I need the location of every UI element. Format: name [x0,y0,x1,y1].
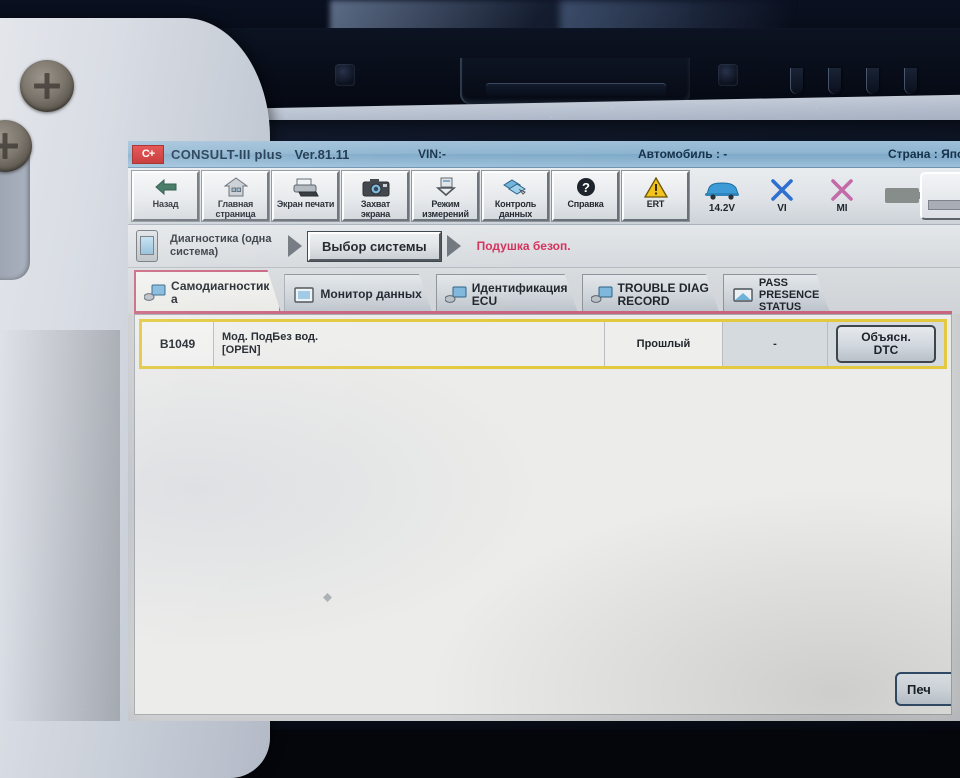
data-control-label: Контроль данных [494,199,537,219]
tab-data-monitor[interactable]: Монитор данных [284,274,432,314]
vi-label: VI [777,203,787,214]
help-button[interactable]: ? Справка [551,170,620,222]
cross-pink-icon [830,178,854,202]
print-button[interactable]: Печ [895,672,951,706]
data-control-button[interactable]: Контроль данных [481,170,550,222]
dtc-extra-cell: - [723,322,828,366]
tab-self-diagnostic[interactable]: Самодиагностик а [134,270,281,314]
tab-trouble-diag-record-label: TROUBLE DIAG RECORD [617,280,709,308]
warning-icon [643,176,668,198]
main-toolbar: Назад Главная страница Экран печати Захва… [128,168,960,225]
dtc-description-line2: [OPEN] [222,344,261,356]
tab-data-monitor-label: Монитор данных [320,287,422,301]
country-label: Страна : Япо [888,147,960,161]
print-screen-label: Экран печати [276,199,335,209]
vent-slot [790,68,803,94]
home-button[interactable]: Главная страница [201,170,270,222]
chevron-right-icon [288,235,302,257]
back-button-label: Назад [152,199,179,209]
tab-self-diagnostic-label: Самодиагностик а [171,279,270,306]
battery-indicator [880,184,924,209]
pass-presence-icon [732,286,754,304]
mi-indicator: MI [820,178,864,214]
breadcrumb-current: Подушка безоп. [476,239,571,253]
consult-logo-icon: C+ [132,144,164,164]
trouble-diag-icon [591,286,613,304]
car-icon [703,178,741,202]
vent-slot [866,68,879,94]
app-title-bar: C+ CONSULT-III plus Ver.81.11 VIN:- Авто… [128,141,960,168]
device-icon [136,230,158,262]
help-label: Справка [567,199,604,209]
tab-pass-presence-status[interactable]: PASS PRESENCE STATUS [723,274,831,314]
voltage-label: 14.2V [708,203,736,214]
screen-capture-label: Захват экрана [360,199,391,219]
cursor-pointer-icon [323,593,332,602]
monitor-icon [293,286,315,304]
breadcrumb-step-2[interactable]: Выбор системы [307,230,442,262]
dtc-results-panel: B1049 Мод. ПодБез вод. [OPEN] Прошлый - … [134,314,952,715]
vehicle-label: Автомобиль : - [638,147,728,161]
print-screen-button[interactable]: Экран печати [271,170,340,222]
dtc-action-cell: Объясн. DTC [828,322,944,366]
explain-dtc-button[interactable]: Объясн. DTC [836,325,936,363]
tab-ecu-identification[interactable]: Идентификация ECU [436,274,579,314]
dtc-description-line1: Мод. ПодБез вод. [222,331,319,343]
voltage-indicator: 14.2V [700,178,744,214]
tab-pass-presence-status-label: PASS PRESENCE STATUS [758,276,820,313]
laptop-screen: C+ CONSULT-III plus Ver.81.11 VIN:- Авто… [128,141,960,721]
measurement-mode-button[interactable]: Режим измерений [411,170,480,222]
ert-label: ERT [646,199,665,209]
vin-label: VIN:- [418,147,446,161]
vent-slot [828,68,841,94]
chevron-right-icon [446,235,461,257]
home-button-label: Главная страница [215,199,256,219]
printer-icon [292,176,320,198]
mi-label: MI [836,203,848,214]
svg-text:?: ? [582,180,590,195]
dtc-code-cell: B1049 [142,322,214,366]
screen-capture-button[interactable]: Захват экрана [341,170,410,222]
dtc-description-cell: Мод. ПодБез вод. [OPEN] [214,322,605,366]
toolbar-edge-button[interactable] [920,172,960,220]
lid-screw [718,64,738,86]
measurement-icon [434,176,458,198]
help-icon: ? [575,176,597,198]
camera-icon [362,176,390,198]
back-arrow-icon [153,176,179,198]
dtc-status-cell: Прошлый [605,322,723,366]
vent-slot [904,68,917,94]
dtc-table: B1049 Мод. ПодБез вод. [OPEN] Прошлый - … [139,319,947,369]
laptop-carry-handle [460,58,690,104]
tab-bar: Самодиагностик а Монитор данных Идентифик… [128,268,960,314]
table-row[interactable]: B1049 Мод. ПодБез вод. [OPEN] Прошлый - … [142,322,944,366]
chassis-screw [20,60,74,112]
app-title: CONSULT-III plus [171,146,283,162]
home-icon [223,176,248,198]
tab-ecu-identification-label: Идентификация ECU [471,280,568,308]
explain-dtc-line2: DTC [873,343,899,357]
breadcrumb-step-1: Диагностика (одна система) [170,233,272,258]
self-diagnostic-icon [144,284,166,302]
data-control-icon [502,176,530,198]
vi-indicator: VI [760,178,804,214]
status-indicators: 14.2V VI MI [700,178,924,214]
battery-icon [885,184,923,208]
tab-trouble-diag-record[interactable]: TROUBLE DIAG RECORD [582,274,720,314]
app-version: Ver.81.11 [294,146,350,162]
measurement-mode-label: Режим измерений [422,199,469,219]
breadcrumb: Диагностика (одна система) Выбор системы… [128,225,960,268]
back-button[interactable]: Назад [131,170,200,222]
ert-button[interactable]: ERT [621,170,690,222]
cross-blue-icon [770,178,794,202]
lid-screw [335,64,355,86]
ecu-id-icon [445,286,467,304]
